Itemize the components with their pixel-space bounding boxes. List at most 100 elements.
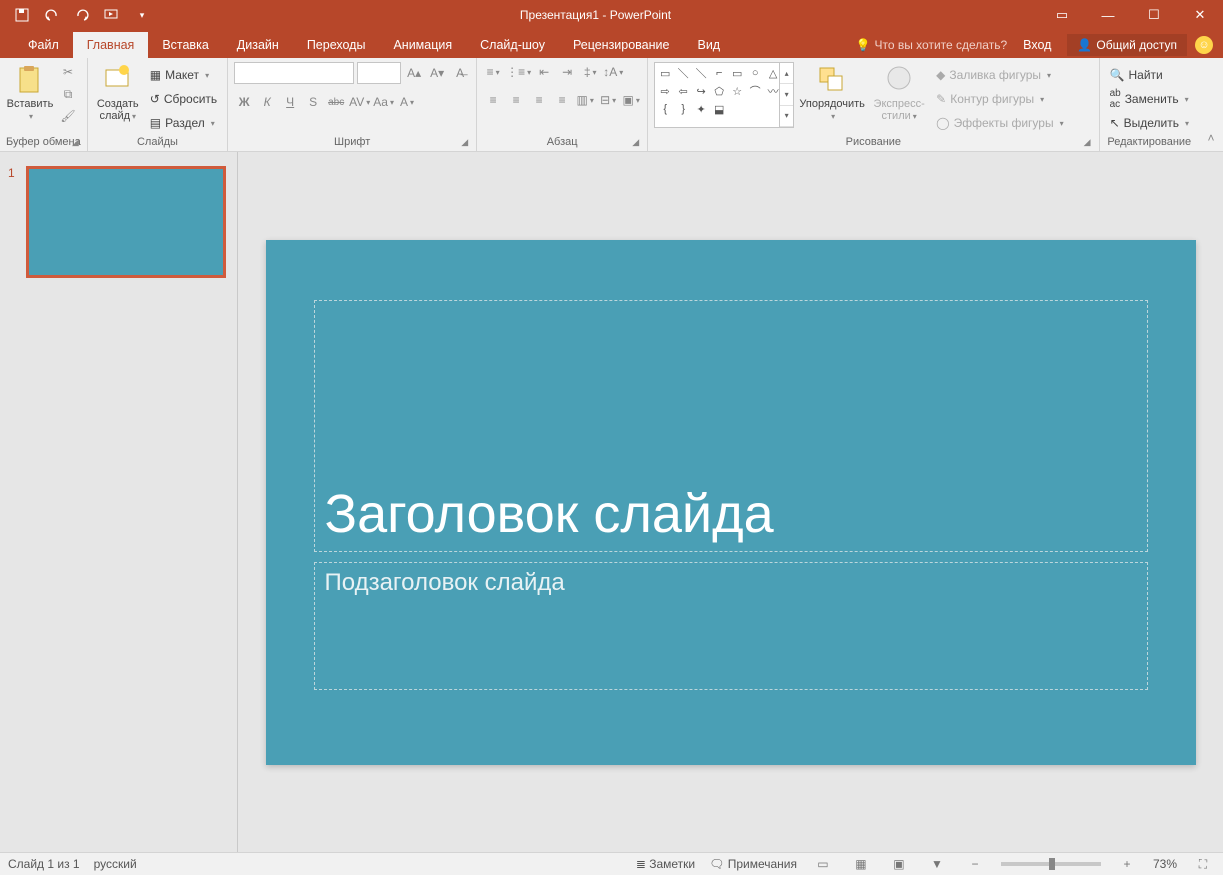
- subtitle-placeholder[interactable]: Подзаголовок слайда: [314, 562, 1148, 690]
- tab-animations[interactable]: Анимация: [379, 32, 466, 58]
- zoom-level[interactable]: 73%: [1153, 857, 1177, 871]
- feedback-button[interactable]: ☺: [1195, 36, 1213, 54]
- sign-in-button[interactable]: Вход: [1015, 32, 1059, 58]
- change-case-button[interactable]: Aa▾: [373, 92, 394, 112]
- shape-fill-button[interactable]: ◆Заливка фигуры▾: [932, 64, 1067, 86]
- shape-outline-button[interactable]: ✎Контур фигуры▾: [932, 88, 1067, 110]
- start-slideshow-button[interactable]: [102, 5, 122, 25]
- align-left-button[interactable]: ≡: [483, 90, 503, 110]
- minimize-button[interactable]: —: [1085, 0, 1131, 30]
- shape-rect[interactable]: ▭: [729, 65, 745, 81]
- tab-slideshow[interactable]: Слайд-шоу: [466, 32, 559, 58]
- decrease-font-button[interactable]: A▾: [427, 63, 447, 83]
- paste-button[interactable]: Вставить▾: [6, 62, 54, 122]
- redo-button[interactable]: [72, 5, 92, 25]
- font-color-button[interactable]: A▾: [397, 92, 417, 112]
- replace-button[interactable]: abacЗаменить▾: [1106, 88, 1193, 110]
- slide-counter[interactable]: Слайд 1 из 1: [8, 857, 80, 871]
- clipboard-dialog-launcher[interactable]: ◢: [72, 137, 79, 148]
- shape-textbox[interactable]: ▭: [657, 65, 673, 81]
- shape-arrow-turn[interactable]: ↪: [693, 83, 709, 99]
- tab-insert[interactable]: Вставка: [148, 32, 222, 58]
- strikethrough-button[interactable]: abc: [326, 92, 346, 112]
- shape-line2[interactable]: ＼: [693, 65, 709, 81]
- increase-indent-button[interactable]: ⇥: [557, 62, 577, 82]
- shape-brace-r[interactable]: }: [675, 101, 691, 117]
- slideshow-view-button[interactable]: ▼: [925, 855, 949, 873]
- align-center-button[interactable]: ≡: [506, 90, 526, 110]
- arrange-button[interactable]: Упорядочить▾: [798, 62, 866, 122]
- gallery-down[interactable]: ▾: [780, 84, 793, 105]
- find-button[interactable]: 🔍Найти: [1106, 64, 1193, 86]
- shape-oval[interactable]: ○: [747, 65, 763, 81]
- maximize-button[interactable]: ☐: [1131, 0, 1177, 30]
- paragraph-dialog-launcher[interactable]: ◢: [632, 137, 639, 148]
- shape-arrow-r[interactable]: ⇨: [657, 83, 673, 99]
- font-size-combo[interactable]: [357, 62, 401, 84]
- font-name-combo[interactable]: [234, 62, 354, 84]
- slide-thumbnail[interactable]: 1: [8, 166, 229, 278]
- drawing-dialog-launcher[interactable]: ◢: [1084, 137, 1091, 148]
- underline-button[interactable]: Ч: [280, 92, 300, 112]
- font-dialog-launcher[interactable]: ◢: [461, 137, 468, 148]
- save-button[interactable]: [12, 5, 32, 25]
- reading-view-button[interactable]: ▣: [887, 855, 911, 873]
- smartart-button[interactable]: ▣▾: [621, 90, 641, 110]
- text-shadow-button[interactable]: S: [303, 92, 323, 112]
- shape-banner[interactable]: ⬓: [711, 101, 727, 117]
- zoom-slider[interactable]: [1001, 862, 1101, 866]
- ribbon-display-options-button[interactable]: ▭: [1039, 0, 1085, 30]
- shape-star4[interactable]: ✦: [693, 101, 709, 117]
- undo-button[interactable]: [42, 5, 62, 25]
- slide-thumbnails-pane[interactable]: 1: [0, 152, 238, 852]
- quick-styles-button[interactable]: Экспресс-стили▾: [870, 62, 928, 122]
- thumbnail-preview[interactable]: [26, 166, 226, 278]
- bullets-button[interactable]: ≡▾: [483, 62, 503, 82]
- zoom-slider-thumb[interactable]: [1049, 858, 1055, 870]
- shape-arrow-l[interactable]: ⇦: [675, 83, 691, 99]
- format-painter-button[interactable]: 🖌: [58, 106, 78, 126]
- shape-star[interactable]: ☆: [729, 83, 745, 99]
- tab-transitions[interactable]: Переходы: [293, 32, 380, 58]
- layout-button[interactable]: ▦Макет▾: [146, 64, 221, 86]
- collapse-ribbon-button[interactable]: ˄: [1199, 58, 1223, 151]
- shape-curve[interactable]: ⌒: [747, 83, 763, 99]
- numbering-button[interactable]: ⋮≡▾: [506, 62, 531, 82]
- shape-effects-button[interactable]: ◯Эффекты фигуры▾: [932, 112, 1067, 134]
- close-button[interactable]: ✕: [1177, 0, 1223, 30]
- bold-button[interactable]: Ж: [234, 92, 254, 112]
- slide-canvas[interactable]: Заголовок слайда Подзаголовок слайда: [266, 240, 1196, 765]
- align-text-button[interactable]: ⊟▾: [598, 90, 618, 110]
- tab-design[interactable]: Дизайн: [223, 32, 293, 58]
- reset-button[interactable]: ↺Сбросить: [146, 88, 221, 110]
- cut-button[interactable]: ✂: [58, 62, 78, 82]
- character-spacing-button[interactable]: AV▾: [349, 92, 370, 112]
- shape-brace-l[interactable]: {: [657, 101, 673, 117]
- slide-sorter-view-button[interactable]: ▦: [849, 855, 873, 873]
- clear-formatting-button[interactable]: A̶: [450, 63, 470, 83]
- decrease-indent-button[interactable]: ⇤: [534, 62, 554, 82]
- zoom-in-button[interactable]: +: [1115, 855, 1139, 873]
- align-right-button[interactable]: ≡: [529, 90, 549, 110]
- new-slide-button[interactable]: Создать слайд▾: [94, 62, 142, 122]
- tab-review[interactable]: Рецензирование: [559, 32, 684, 58]
- tab-home[interactable]: Главная: [73, 32, 149, 58]
- justify-button[interactable]: ≡: [552, 90, 572, 110]
- gallery-more[interactable]: ▾: [780, 106, 793, 127]
- tab-view[interactable]: Вид: [683, 32, 734, 58]
- zoom-out-button[interactable]: −: [963, 855, 987, 873]
- share-button[interactable]: 👤 Общий доступ: [1067, 34, 1187, 56]
- select-button[interactable]: ↖Выделить▾: [1106, 112, 1193, 134]
- gallery-up[interactable]: ▴: [780, 63, 793, 84]
- italic-button[interactable]: К: [257, 92, 277, 112]
- shapes-gallery[interactable]: ▭ ＼ ＼ ⌐ ▭ ○ △ ⇨ ⇦ ↪ ⬠ ☆ ⌒ 〰 { } ✦ ⬓ ▴: [654, 62, 794, 128]
- tab-file[interactable]: Файл: [14, 32, 73, 58]
- tell-me-search[interactable]: 💡 Что вы хотите сделать?: [856, 38, 1008, 52]
- copy-button[interactable]: ⧉: [58, 84, 78, 104]
- shape-connector[interactable]: ⌐: [711, 65, 727, 81]
- shape-pentagon[interactable]: ⬠: [711, 83, 727, 99]
- title-placeholder[interactable]: Заголовок слайда: [314, 300, 1148, 552]
- text-direction-button[interactable]: ↕A▾: [603, 62, 623, 82]
- gallery-scrollbar[interactable]: ▴ ▾ ▾: [779, 63, 793, 127]
- language-indicator[interactable]: русский: [94, 857, 137, 871]
